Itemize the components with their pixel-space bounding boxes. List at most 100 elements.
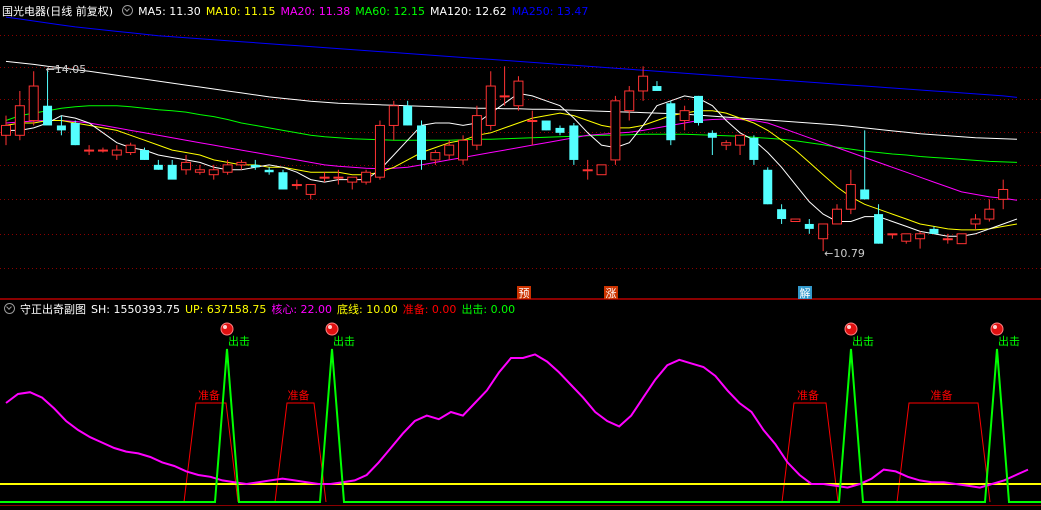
candle-body-up bbox=[956, 233, 967, 245]
candle-body-up bbox=[430, 152, 441, 161]
core-line bbox=[5, 353, 1029, 489]
candle-body-down bbox=[666, 103, 676, 141]
prepare-label: 准备 bbox=[797, 388, 819, 402]
sub-legend-item: 出击: 0.00 bbox=[461, 303, 516, 316]
prepare-signal-line bbox=[781, 402, 839, 503]
candle-body-down bbox=[777, 209, 787, 220]
candle-body-up bbox=[901, 233, 912, 242]
candle-body-up bbox=[305, 184, 316, 195]
candle-body-up bbox=[291, 184, 302, 187]
main-legend-item: MA250: 13.47 bbox=[511, 5, 589, 18]
candle-body-up bbox=[818, 223, 829, 240]
ma-line-ma10 bbox=[5, 110, 1018, 231]
candle-body-up bbox=[984, 208, 995, 220]
ma-line-ma120 bbox=[5, 60, 1018, 140]
candle-body-down bbox=[541, 120, 551, 131]
candle-body-down bbox=[860, 189, 870, 200]
candle-body-up bbox=[458, 139, 469, 161]
red-ball-icon bbox=[325, 322, 339, 336]
candle-body-up bbox=[319, 176, 330, 179]
candle-body-up bbox=[887, 233, 898, 236]
sub-legend-item: 核心: 22.00 bbox=[271, 303, 333, 316]
candle-body-up bbox=[14, 105, 25, 136]
candle-body-up bbox=[333, 176, 344, 179]
sub-legend-item: UP: 637158.75 bbox=[184, 303, 267, 316]
candle-body-up bbox=[527, 120, 538, 123]
candle-body-up bbox=[998, 188, 1009, 200]
candle-body-up bbox=[790, 218, 801, 222]
candle-body-up bbox=[679, 110, 690, 122]
candle-body-up bbox=[845, 184, 856, 210]
sub-title[interactable]: 守正出奇副图 bbox=[20, 303, 86, 316]
candle-body-up bbox=[388, 105, 399, 126]
ma-line-ma250 bbox=[5, 16, 1018, 98]
strike-label: 出击 bbox=[998, 334, 1020, 348]
red-ball-icon bbox=[990, 322, 1004, 336]
red-ball-highlight bbox=[223, 325, 227, 329]
main-legend-item: MA5: 11.30 bbox=[138, 5, 201, 18]
red-ball-highlight bbox=[993, 325, 997, 329]
strike-signal-line bbox=[0, 348, 1041, 503]
candle-body-up bbox=[624, 90, 635, 112]
candle-body-down bbox=[707, 132, 717, 138]
candle-body-up bbox=[236, 161, 247, 166]
candle-body-up bbox=[181, 161, 192, 171]
candle-body-up bbox=[970, 218, 981, 225]
high-price-label: ←14.05 bbox=[46, 63, 87, 76]
candle-body-up bbox=[28, 85, 39, 122]
main-legend-item: MA20: 11.38 bbox=[280, 5, 351, 18]
strike-label: 出击 bbox=[333, 334, 355, 348]
candle-body-up bbox=[499, 95, 510, 98]
candle-body-down bbox=[56, 125, 66, 131]
candle-body-up bbox=[444, 144, 455, 156]
candle-body-down bbox=[167, 164, 177, 180]
candle-body-up bbox=[735, 134, 746, 146]
chart-canvas: ←14.05←10.79预涨解准备 准备 准备 准备出击 出击 出击 出击 bbox=[0, 16, 1041, 506]
candle-body-up bbox=[513, 80, 524, 107]
candle-body-up bbox=[610, 100, 621, 161]
settings-circle-icon[interactable] bbox=[4, 303, 15, 314]
candle-body-up bbox=[832, 208, 842, 225]
candle-body-up bbox=[485, 85, 496, 126]
candle-body-up bbox=[347, 176, 358, 183]
prepare-label: 准备 bbox=[931, 388, 953, 402]
candle-body-up bbox=[1, 124, 11, 136]
candle-body-down bbox=[763, 169, 773, 205]
candle-body-up bbox=[596, 164, 607, 176]
candle-body-up bbox=[84, 149, 95, 152]
candle-body-down bbox=[70, 122, 80, 146]
prepare-signal-line bbox=[274, 402, 327, 503]
candle-body-down bbox=[569, 125, 579, 160]
candle-body-up bbox=[471, 115, 482, 146]
candle-body-down bbox=[874, 214, 884, 244]
prepare-signal-line bbox=[183, 402, 239, 503]
candle-body-down bbox=[250, 164, 260, 168]
candle-body-up bbox=[374, 124, 385, 178]
candle-body-up bbox=[582, 169, 593, 172]
candle-body-up bbox=[111, 149, 122, 156]
candle-body-up bbox=[361, 171, 372, 183]
stock-chart-window: ←14.05 ←10.79 预涨解准备 准备 准备 准备 出击 出击 出击 出击 国光电器(日线 … bbox=[0, 0, 1041, 510]
prepare-label: 准备 bbox=[288, 388, 310, 402]
strike-label: 出击 bbox=[852, 334, 874, 348]
ma-line-ma20 bbox=[5, 118, 1018, 201]
candle-body-down bbox=[140, 150, 149, 160]
main-legend-item: MA120: 12.62 bbox=[429, 5, 507, 18]
candle-body-down bbox=[153, 164, 163, 170]
candle-body-down bbox=[43, 105, 53, 126]
candle-body-down bbox=[278, 172, 288, 190]
candle-body-down bbox=[652, 86, 662, 91]
candle-body-down bbox=[417, 125, 426, 160]
pane-divider bbox=[0, 299, 1041, 300]
candle-body-up bbox=[721, 142, 732, 146]
candle-body-up bbox=[915, 233, 926, 240]
sub-legend-item: SH: 1550393.75 bbox=[91, 303, 180, 316]
low-price-label: ←10.79 bbox=[824, 247, 865, 260]
candle-body-up bbox=[638, 75, 649, 92]
prepare-label: 准备 bbox=[198, 388, 220, 402]
candle-body-down bbox=[264, 169, 274, 173]
ma-line-ma5 bbox=[6, 92, 1018, 237]
stock-title[interactable]: 国光电器(日线 前复权) bbox=[2, 5, 113, 18]
candle-body-down bbox=[749, 137, 759, 160]
settings-circle-icon[interactable] bbox=[122, 5, 134, 16]
